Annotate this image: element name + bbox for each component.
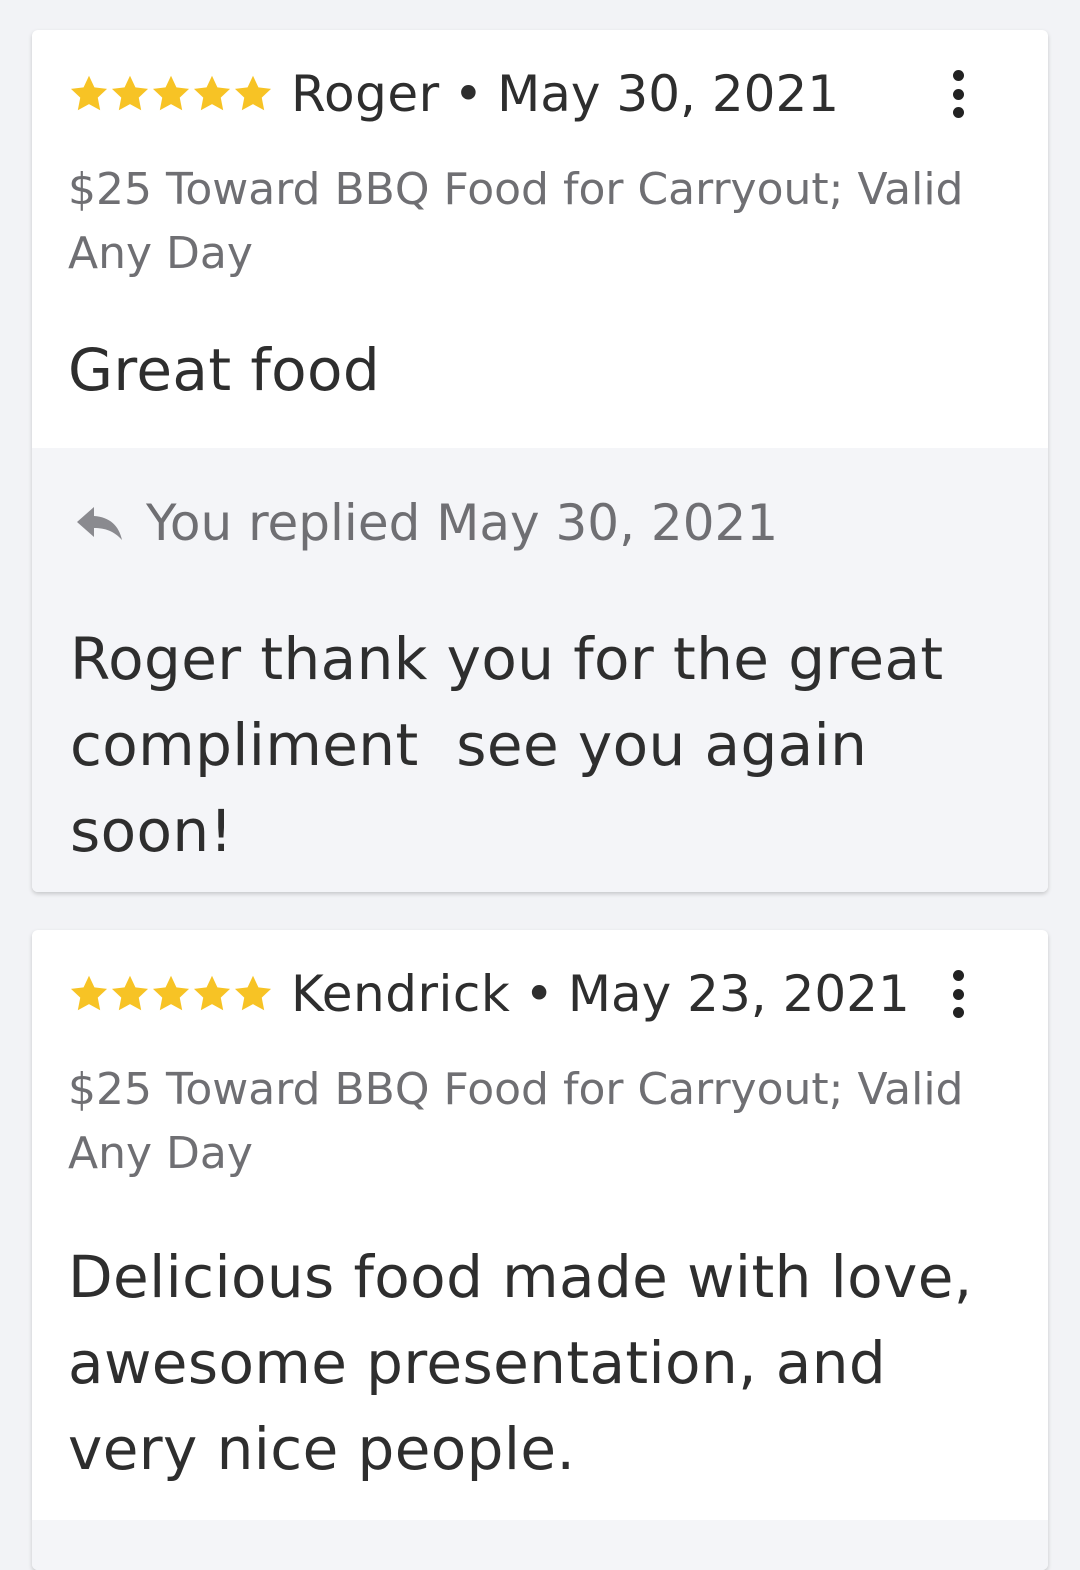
star-icon bbox=[191, 73, 233, 115]
reply-header: You replied May 30, 2021 bbox=[74, 488, 778, 558]
separator: • bbox=[524, 965, 554, 1023]
review-body: Roger • May 30, 2021 $25 Toward BBQ Food… bbox=[32, 30, 1048, 440]
review-header: Roger • May 30, 2021 bbox=[68, 30, 1012, 158]
reply-text: Roger thank you for the great compliment… bbox=[70, 625, 963, 865]
star-icon bbox=[150, 973, 192, 1015]
review-card: Kendrick • May 23, 2021 $25 Toward BBQ F… bbox=[32, 930, 1048, 1570]
reply-section: You replied May 30, 2021 Roger thank you… bbox=[32, 448, 1048, 892]
star-icon bbox=[68, 973, 110, 1015]
review-text: Great food bbox=[68, 336, 381, 404]
star-icon bbox=[109, 973, 151, 1015]
star-icon bbox=[232, 73, 274, 115]
reply-arrow-icon bbox=[74, 503, 126, 543]
more-vertical-icon[interactable] bbox=[948, 970, 968, 1018]
star-icon bbox=[150, 73, 192, 115]
star-icon bbox=[232, 973, 274, 1015]
review-body: Kendrick • May 23, 2021 $25 Toward BBQ F… bbox=[32, 930, 1048, 1518]
more-vertical-icon[interactable] bbox=[948, 70, 968, 118]
review-text: Delicious food made with love, awesome p… bbox=[68, 1243, 973, 1483]
star-icon bbox=[109, 73, 151, 115]
review-header: Kendrick • May 23, 2021 bbox=[68, 930, 1012, 1058]
star-rating bbox=[68, 973, 273, 1015]
reply-label: You replied May 30, 2021 bbox=[146, 494, 779, 552]
star-icon bbox=[191, 973, 233, 1015]
star-icon bbox=[68, 73, 110, 115]
review-date: May 23, 2021 bbox=[567, 965, 910, 1023]
reviewer-name: Roger bbox=[291, 65, 440, 123]
reviewer-name: Kendrick bbox=[291, 965, 511, 1023]
deal-title: $25 Toward BBQ Food for Carryout; Valid … bbox=[68, 1064, 964, 1179]
reply-section bbox=[32, 1520, 1048, 1570]
review-card: Roger • May 30, 2021 $25 Toward BBQ Food… bbox=[32, 30, 1048, 892]
star-rating bbox=[68, 73, 273, 115]
separator: • bbox=[453, 65, 484, 123]
deal-title: $25 Toward BBQ Food for Carryout; Valid … bbox=[68, 164, 964, 279]
review-date: May 30, 2021 bbox=[497, 65, 840, 123]
